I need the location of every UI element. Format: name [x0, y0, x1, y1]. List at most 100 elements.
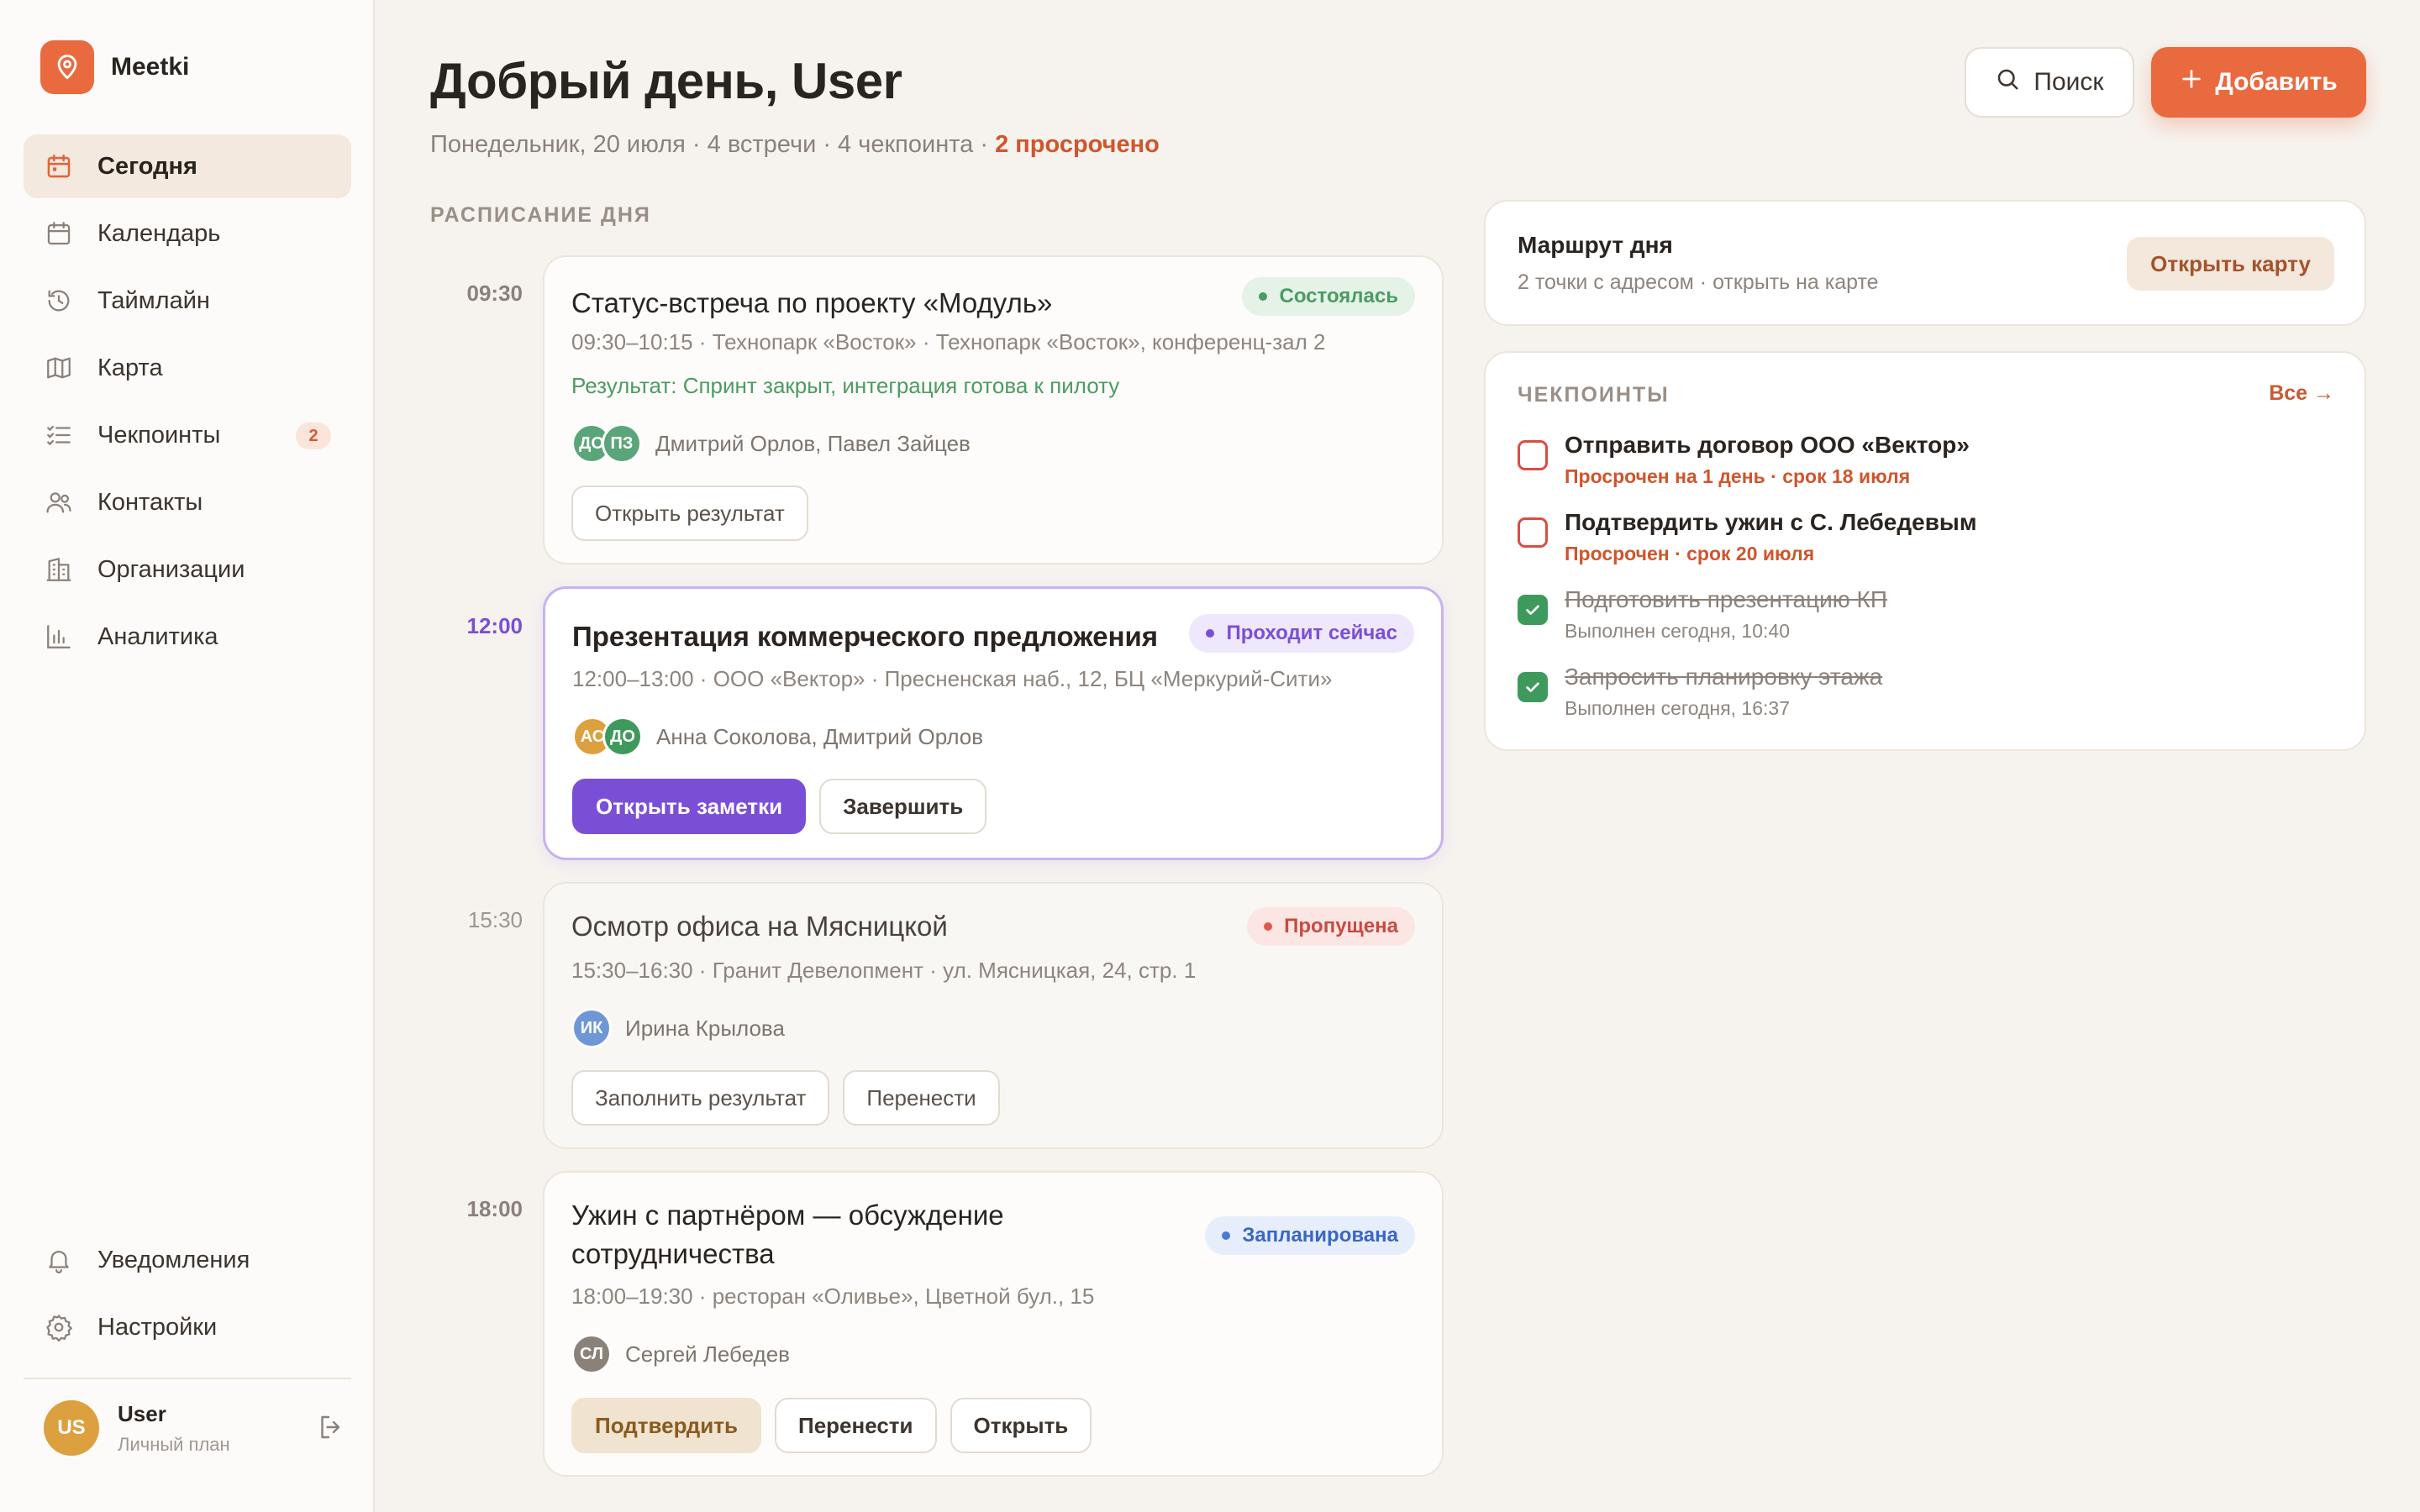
sidebar-item-notifications[interactable]: Уведомления — [24, 1228, 351, 1292]
calendar-icon — [44, 218, 74, 249]
users-icon — [44, 487, 74, 517]
page-title: Добрый день, User — [430, 53, 902, 109]
checkpoint-item: Подготовить презентацию КП Выполнен сего… — [1518, 586, 2324, 654]
avatar: ДО — [602, 717, 643, 757]
sidebar-item-settings[interactable]: Настройки — [24, 1295, 351, 1359]
open-button[interactable]: Открыть — [950, 1398, 1092, 1453]
event-title: Ужин с партнёром — обсуждение сотрудничес… — [571, 1196, 1004, 1273]
event-meta: 15:30–16:30 · Гранит Девелопмент · ул. М… — [571, 958, 1197, 983]
user-name: User — [118, 1400, 166, 1426]
page-subtitle: Понедельник, 20 июля · 4 встречи · 4 чек… — [430, 131, 1160, 159]
event-time: 18:00 — [466, 1196, 523, 1221]
checkbox-checked[interactable] — [1518, 672, 1548, 702]
sidebar-item-checkpoints[interactable]: Чекпоинты 2 — [24, 403, 351, 467]
search-button[interactable]: Поиск — [1965, 47, 2134, 118]
checkpoint-due: Просрочен · срок 20 июля — [1565, 543, 1815, 564]
checkbox[interactable] — [1518, 517, 1548, 548]
bell-icon — [44, 1245, 74, 1275]
event-title-line: Ужин с партнёром — обсуждение — [571, 1200, 1004, 1231]
checkbox-checked[interactable] — [1518, 595, 1548, 625]
avatar: ИК — [571, 1008, 612, 1048]
sidebar-item-calendar[interactable]: Календарь — [24, 202, 351, 265]
all-checkpoints-link[interactable]: Все → — [2269, 381, 2334, 406]
sidebar-item-organizations[interactable]: Организации — [24, 538, 351, 601]
checkpoint-done-time: Выполнен сегодня, 16:37 — [1565, 697, 1790, 719]
sidebar-item-label: Календарь — [97, 219, 221, 247]
sidebar-item-label: Контакты — [97, 488, 203, 516]
status-dot — [1206, 629, 1215, 638]
checkpoint-done-time: Выполнен сегодня, 10:40 — [1565, 620, 1790, 642]
map-icon — [44, 353, 74, 383]
status-dot — [1264, 922, 1273, 931]
bar-chart-icon — [44, 622, 74, 652]
calendar-today-icon — [44, 151, 74, 181]
open-map-button[interactable]: Открыть карту — [2127, 237, 2334, 291]
fill-result-button[interactable]: Заполнить результат — [571, 1070, 830, 1126]
checkbox[interactable] — [1518, 440, 1548, 470]
app-name: Meetki — [111, 53, 190, 81]
event-time: 12:00 — [466, 613, 523, 638]
attendee-names: Анна Соколова, Дмитрий Орлов — [656, 723, 984, 749]
checklist-icon — [44, 420, 74, 450]
user-info: User Личный план — [118, 1401, 230, 1456]
overdue-count[interactable]: 2 просрочено — [995, 131, 1160, 158]
open-notes-button[interactable]: Открыть заметки — [572, 779, 807, 834]
event-card[interactable]: Статус-встреча по проекту «Модуль» Состо… — [543, 255, 1444, 564]
status-label: Проходит сейчас — [1226, 622, 1397, 644]
sidebar-item-label: Уведомления — [97, 1246, 250, 1273]
sidebar-item-map[interactable]: Карта — [24, 336, 351, 400]
checkpoints-title: ЧЕКПОИНТЫ — [1518, 383, 1670, 407]
status-dot — [1222, 1231, 1231, 1240]
open-result-button[interactable]: Открыть результат — [571, 486, 808, 541]
status-dot — [1259, 292, 1268, 301]
checkpoint-text: Запросить планировку этажа — [1565, 664, 1883, 690]
brand[interactable]: Meetki — [40, 40, 189, 94]
status-badge: Запланирована — [1205, 1216, 1415, 1255]
plus-icon — [2180, 67, 2203, 97]
sidebar-item-label: Карта — [97, 354, 163, 381]
checkpoint-item: Отправить договор ООО «Вектор» Просрочен… — [1518, 432, 2324, 499]
event-actions: Подтвердить Перенести Открыть — [571, 1398, 1105, 1453]
status-badge: Проходит сейчас — [1189, 614, 1414, 653]
check-icon — [1526, 605, 1539, 615]
day-summary: Понедельник, 20 июля · 4 встречи · 4 чек… — [430, 131, 996, 158]
attendee-names: Ирина Крылова — [625, 1015, 785, 1041]
attendees: ИК Ирина Крылова — [571, 1008, 785, 1048]
confirm-button[interactable]: Подтвердить — [571, 1398, 762, 1453]
event-result: Результат: Спринт закрыт, интеграция гот… — [571, 373, 1120, 398]
sidebar-item-contacts[interactable]: Контакты — [24, 470, 351, 534]
status-label: Пропущена — [1284, 915, 1398, 937]
reschedule-button[interactable]: Перенести — [843, 1070, 1000, 1126]
building-icon — [44, 554, 74, 585]
sidebar-item-label: Таймлайн — [97, 286, 210, 314]
sidebar-item-analytics[interactable]: Аналитика — [24, 605, 351, 669]
checkpoint-text: Отправить договор ООО «Вектор» — [1565, 432, 1970, 458]
event-title-line: сотрудничества — [571, 1238, 775, 1269]
event-title: Осмотр офиса на Мясницкой — [571, 911, 948, 942]
event-actions: Заполнить результат Перенести — [571, 1070, 1013, 1126]
event-card[interactable]: Ужин с партнёром — обсуждение сотрудничес… — [543, 1171, 1444, 1477]
logout-icon[interactable] — [316, 1412, 346, 1442]
event-card[interactable]: Осмотр офиса на Мясницкой Пропущена 15:3… — [543, 882, 1444, 1149]
finish-button[interactable]: Завершить — [819, 779, 987, 834]
sidebar-item-label: Чекпоинты — [97, 421, 221, 449]
add-button[interactable]: Добавить — [2151, 47, 2366, 118]
sidebar-item-label: Организации — [97, 555, 245, 583]
sidebar-item-timeline[interactable]: Таймлайн — [24, 269, 351, 333]
event-card-current[interactable]: Презентация коммерческого предложения Пр… — [543, 586, 1444, 860]
sidebar-item-label: Настройки — [97, 1313, 218, 1341]
gear-icon — [44, 1312, 74, 1342]
status-label: Состоялась — [1279, 285, 1398, 307]
location-pin-icon — [40, 40, 94, 94]
sidebar-item-today[interactable]: Сегодня — [24, 134, 351, 198]
event-actions: Открыть результат — [571, 486, 822, 541]
avatar: US — [44, 1400, 99, 1456]
checkpoints-panel: ЧЕКПОИНТЫ Все → Отправить договор ООО «В… — [1484, 351, 2366, 751]
reschedule-button[interactable]: Перенести — [775, 1398, 937, 1453]
event-time: 15:30 — [467, 907, 523, 932]
main-content: Добрый день, User Понедельник, 20 июля ·… — [375, 0, 2420, 1512]
user-profile[interactable]: US User Личный план — [44, 1399, 346, 1457]
checkpoint-text: Подтвердить ужин с С. Лебедевым — [1565, 509, 1977, 535]
status-badge: Пропущена — [1247, 907, 1415, 946]
status-badge: Состоялась — [1242, 277, 1415, 316]
